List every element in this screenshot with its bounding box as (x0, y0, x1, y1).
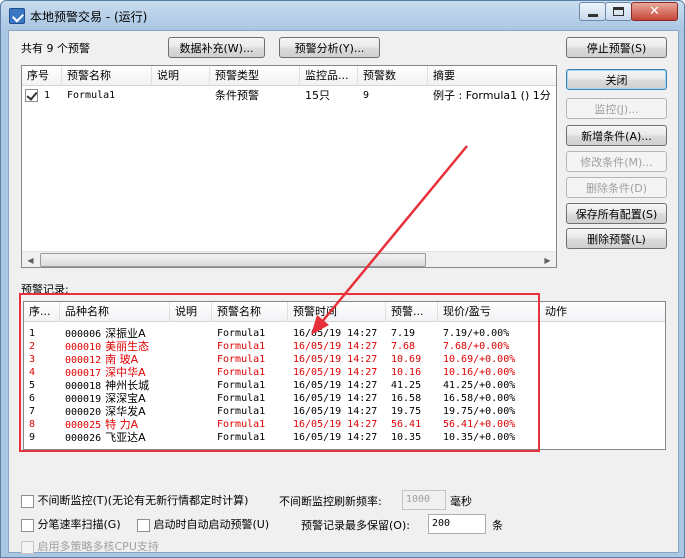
annotation-arrow (311, 145, 468, 335)
main-window: 本地预警交易 - (运行) ✕ 共有 9 个预警 数据补充(W)... 预警分析… (0, 0, 685, 558)
arrow-shaft (320, 145, 468, 324)
